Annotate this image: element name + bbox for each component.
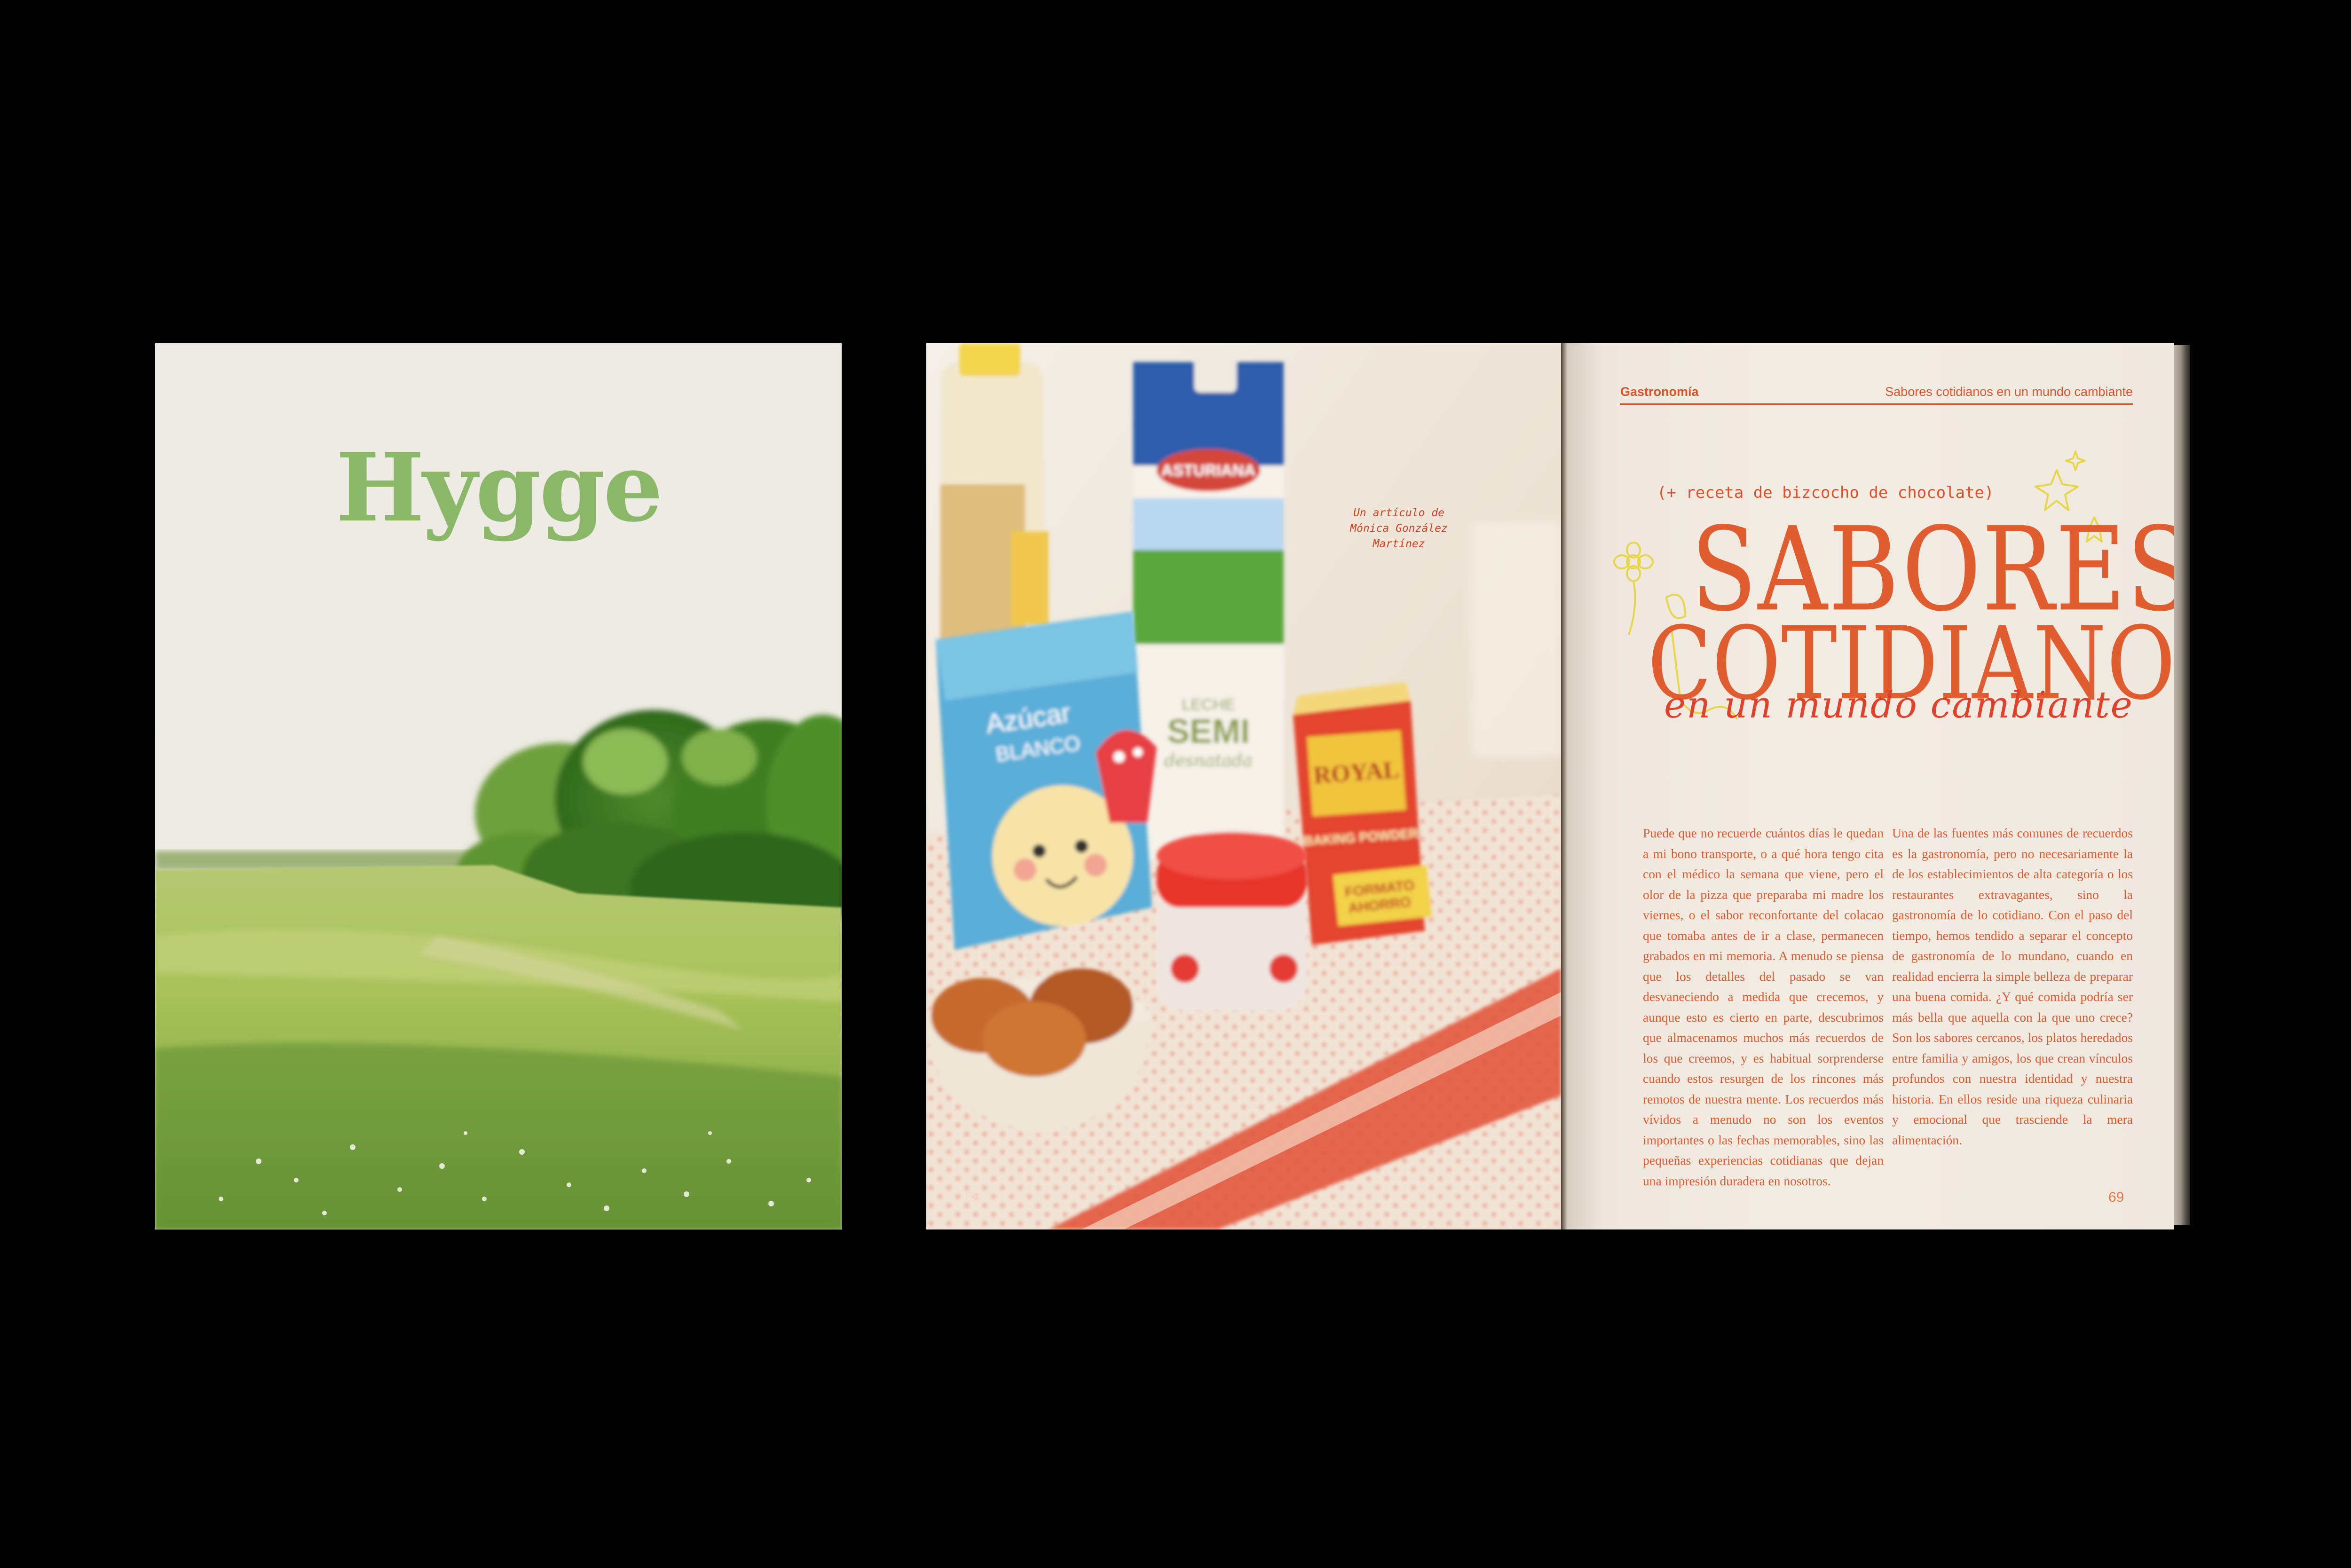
left-page-photo: ASTURIANA LECHE SEMI desnatada Azúcar BL… [926,343,1561,1229]
page-number-right: 69 [2108,1190,2124,1205]
milk-label-2: SEMI [1167,713,1250,750]
article-kicker: (+ receta de bizcocho de chocolate) [1657,483,1994,502]
milk-label-3: desnatada [1164,751,1253,771]
cover-title: Hygge [335,433,663,543]
milk-brand: ASTURIANA [1161,462,1255,480]
article-byline: Un artículo de Mónica González Martínez [1324,505,1474,552]
byline-author: Mónica González Martínez [1350,522,1448,550]
article-column-2: Una de las fuentes más comunes de recuer… [1892,826,2133,1147]
article-title-script: en un mundo cambiante [1664,684,2133,726]
page-edges [2174,345,2190,1225]
article-column-1: Puede que no recuerde cuántos días le qu… [1643,826,1884,1188]
magazine-cover: Hygge [155,343,842,1229]
spread-gutter [1561,343,1568,1229]
cover-photo-meadow [155,672,842,1229]
magazine-spread: ASTURIANA LECHE SEMI desnatada Azúcar BL… [926,343,2191,1229]
right-page-article: Gastronomía Sabores cotidianos en un mun… [1568,343,2174,1229]
sparkle-doodle-icon [2065,450,2086,471]
page-number-left: 68 [965,1190,981,1205]
byline-intro: Un artículo de [1353,507,1444,519]
milk-label-1: LECHE [1182,696,1235,714]
still-life-photo: ASTURIANA LECHE SEMI desnatada Azúcar BL… [926,343,1561,1229]
